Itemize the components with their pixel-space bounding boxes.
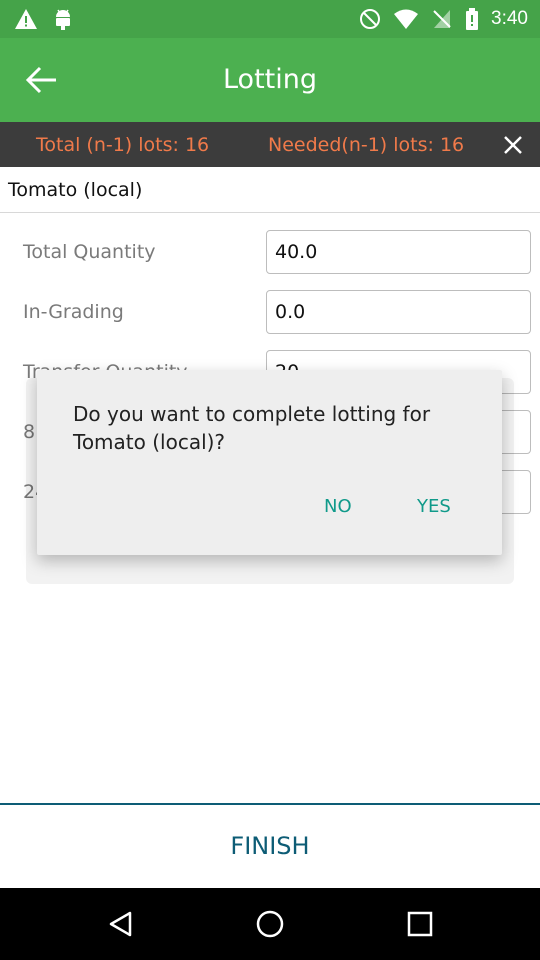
confirm-dialog: Do you want to complete lotting for Toma… (37, 370, 502, 555)
status-left (14, 7, 74, 31)
page-title: Lotting (222, 64, 317, 95)
do-not-disturb-icon (360, 9, 381, 29)
total-quantity-label: Total Quantity (23, 241, 156, 263)
wifi-icon (394, 9, 419, 29)
yes-button[interactable]: YES (417, 495, 451, 519)
lots-info-bar: Total (n-1) lots: 16 Needed(n-1) lots: 1… (0, 122, 540, 167)
in-grading-label: In-Grading (23, 301, 124, 323)
no-sim-icon (433, 10, 451, 28)
divider (0, 212, 540, 213)
no-button[interactable]: NO (324, 495, 352, 519)
status-bar: 3:40 (0, 0, 540, 38)
in-grading-field[interactable]: 0.0 (266, 290, 531, 334)
recents-square-icon[interactable] (405, 909, 435, 939)
warning-icon (15, 9, 37, 29)
back-triangle-icon[interactable] (106, 909, 136, 939)
app-bar: Lotting (0, 38, 540, 122)
needed-lots-text: Needed(n-1) lots: 16 (268, 134, 465, 156)
finish-button[interactable]: FINISH (0, 805, 540, 888)
status-time: 3:40 (491, 8, 528, 29)
product-name: Tomato (local) (8, 179, 143, 201)
home-circle-icon[interactable] (255, 909, 285, 939)
android-icon (56, 9, 70, 30)
battery-icon (466, 8, 479, 30)
system-nav-bar (0, 888, 540, 960)
total-lots-text: Total (n-1) lots: 16 (36, 134, 210, 156)
dialog-message: Do you want to complete lotting for Toma… (73, 402, 431, 454)
total-quantity-field[interactable]: 40.0 (266, 230, 531, 274)
status-right: 3:40 (359, 7, 528, 31)
finish-label: FINISH (230, 832, 310, 860)
close-icon[interactable] (500, 132, 526, 158)
